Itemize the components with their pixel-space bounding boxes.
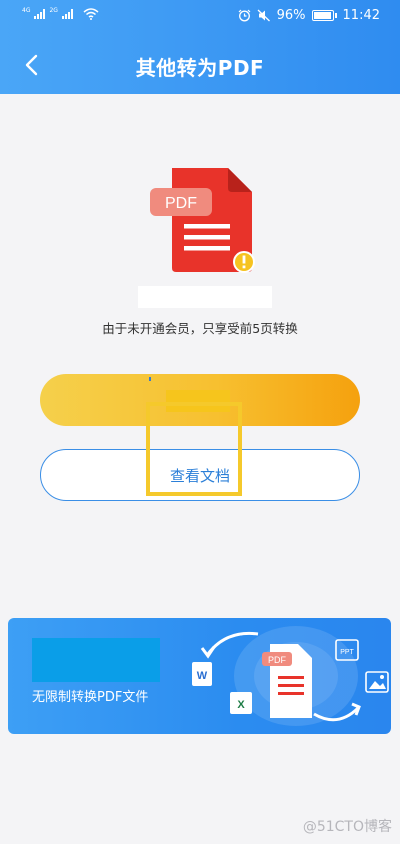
mute-icon [257,9,270,22]
page-title: 其他转为PDF [135,56,265,80]
watermark: @51CTO博客 [302,819,392,835]
svg-text:PDF: PDF [268,655,287,665]
alarm-icon [238,9,251,22]
redacted-banner-title [32,638,160,682]
cursor-mark [149,377,151,381]
battery-icon [311,10,337,21]
warning-icon [233,251,255,273]
conversion-illustration: W X PDF PPT [192,626,389,726]
banner-caption: 无限制转换PDF文件 [32,690,149,705]
svg-text:PPT: PPT [340,649,354,656]
image-file-icon [365,671,389,693]
svg-text:W: W [197,670,208,682]
status-bar-right: 96% 11:42 [238,8,380,23]
app-header: 4G 2G 96% 11:42 其他转为PDF [0,0,400,94]
redacted-filename [138,286,272,308]
battery-percent: 96% [276,8,306,23]
signal-icon [34,9,46,19]
network-type-1: 4G [22,7,31,14]
membership-notice: 由于未开通会员，只享受前5页转换 [102,321,298,336]
pdf-badge-text: PDF [165,195,197,212]
view-document-label: 查看文档 [169,466,230,485]
excel-file-icon: X [230,692,252,714]
view-document-button[interactable]: 查看文档 [40,449,360,501]
signal-icon [61,9,73,19]
nav-bar: 其他转为PDF [0,40,400,90]
svg-text:X: X [237,699,245,711]
pdf-document-icon: PDF [150,168,255,273]
wifi-icon [83,8,99,20]
network-type-2: 2G [49,7,58,14]
status-bar: 4G 2G 96% 11:42 [0,0,400,32]
clock: 11:42 [342,8,380,23]
redacted-button-label [166,390,230,412]
status-bar-left: 4G 2G [22,8,99,20]
promo-banner[interactable]: 无限制转换PDF文件 W X PDF PPT [8,618,391,734]
word-file-icon: W [192,662,212,686]
